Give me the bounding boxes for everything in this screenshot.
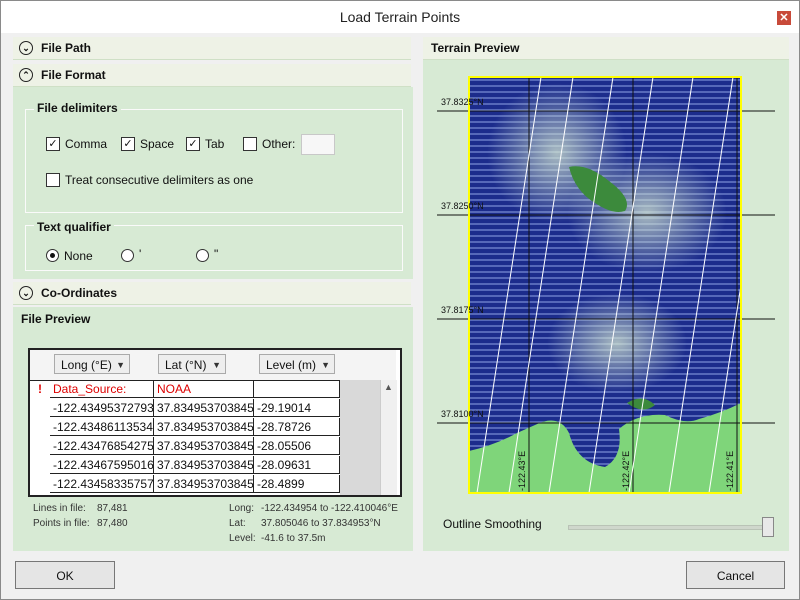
chevron-down-icon: ⌄ — [19, 41, 33, 55]
long-label: -122.42°E — [621, 451, 631, 491]
chevron-down-icon: ▼ — [321, 360, 330, 370]
title-bar: Load Terrain Points ✕ — [1, 1, 799, 33]
table-cell: 37.834953703845 — [154, 456, 254, 474]
table-cell: -28.78726 — [254, 418, 340, 436]
table-cell: Data_Source: — [50, 380, 154, 398]
left-panel: ⌄ File Path ⌃ File Format File delimiter… — [13, 37, 413, 551]
grid-header: Long (°E) ▼ Lat (°N) ▼ Level (m) ▼ — [30, 350, 396, 381]
table-cell: -122.43476854275 — [50, 437, 154, 455]
table-cell: -122.43467595016 — [50, 456, 154, 474]
tab-label: Tab — [205, 137, 225, 151]
lat-label: 37.8325°N — [441, 97, 484, 107]
terrain-preview-header: Terrain Preview — [423, 37, 789, 60]
table-cell: 37.834953703845 — [154, 399, 254, 417]
points-in-file-label: Points in file: — [33, 518, 90, 529]
column-level-dropdown[interactable]: Level (m) ▼ — [259, 354, 335, 374]
qualifier-none-label: None — [64, 249, 93, 263]
table-cell: -122.43458335757 — [50, 475, 154, 493]
column-long-dropdown[interactable]: Long (°E) ▼ — [54, 354, 130, 374]
file-format-body: File delimiters ✓ Comma ✓ Space ✓ Tab Ot… — [13, 87, 413, 279]
lat-label: 37.8100°N — [441, 409, 484, 419]
chevron-down-icon: ⌄ — [19, 286, 33, 300]
outline-smoothing-thumb[interactable] — [762, 517, 774, 537]
error-marker: ! — [38, 382, 42, 396]
terrain-map[interactable]: 37.8325°N 37.8250°N 37.8175°N 37.8100°N … — [437, 63, 775, 501]
lat-label: 37.8250°N — [441, 201, 484, 211]
table-cell: NOAA — [154, 380, 254, 398]
column-lat-label: Lat (°N) — [165, 358, 207, 372]
window-title: Load Terrain Points — [339, 9, 461, 25]
comma-label: Comma — [65, 137, 108, 151]
qualifier-single-quote-label: ' — [139, 247, 142, 261]
comma-checkbox[interactable]: ✓ — [46, 137, 60, 151]
table-cell: 37.834953703845 — [154, 418, 254, 436]
table-cell: -28.05506 — [254, 437, 340, 455]
file-preview-title: File Preview — [21, 312, 91, 326]
other-label: Other: — [262, 137, 296, 151]
outline-smoothing-slider[interactable] — [568, 525, 768, 530]
close-button[interactable]: ✕ — [777, 11, 791, 25]
section-file-path[interactable]: ⌄ File Path — [13, 37, 411, 60]
file-delimiters-title: File delimiters — [34, 101, 121, 115]
preview-grid[interactable]: Long (°E) ▼ Lat (°N) ▼ Level (m) ▼ ! Data_S… — [28, 348, 402, 497]
column-long-label: Long (°E) — [61, 358, 112, 372]
section-file-path-label: File Path — [41, 41, 92, 55]
chevron-up-icon: ⌃ — [19, 68, 33, 82]
table-cell: -28.09631 — [254, 456, 340, 474]
long-range-value: -122.434954 to -122.410046°E — [261, 503, 398, 514]
level-range-value: -41.6 to 37.5m — [261, 533, 326, 544]
text-qualifier-title: Text qualifier — [34, 220, 114, 234]
table-cell: 37.834953703845 — [154, 437, 254, 455]
table-cell: -122.43486113534 — [50, 418, 154, 436]
scroll-up-icon[interactable]: ▲ — [384, 382, 393, 392]
radio-selected-dot — [50, 253, 55, 258]
column-level-label: Level (m) — [266, 358, 317, 372]
section-file-format-label: File Format — [41, 68, 106, 82]
lines-in-file-label: Lines in file: — [33, 503, 86, 514]
tab-checkbox[interactable]: ✓ — [186, 137, 200, 151]
column-lat-dropdown[interactable]: Lat (°N) ▼ — [158, 354, 226, 374]
table-cell: -28.4899 — [254, 475, 340, 493]
consecutive-delimiters-label: Treat consecutive delimiters as one — [65, 173, 254, 187]
dialog-window: Load Terrain Points ✕ ⌄ File Path ⌃ File… — [0, 0, 800, 600]
space-label: Space — [140, 137, 175, 151]
terrain-map-svg: 37.8325°N 37.8250°N 37.8175°N 37.8100°N … — [437, 76, 775, 494]
section-file-format[interactable]: ⌃ File Format — [13, 64, 411, 87]
other-checkbox[interactable] — [243, 137, 257, 151]
lat-range-value: 37.805046 to 37.834953°N — [261, 518, 381, 529]
consecutive-delimiters-checkbox[interactable] — [46, 173, 60, 187]
section-coordinates-label: Co-Ordinates — [41, 286, 118, 300]
lat-label: 37.8175°N — [441, 305, 484, 315]
long-range-label: Long: — [229, 503, 255, 514]
ok-button[interactable]: OK — [15, 561, 115, 589]
outline-smoothing-label: Outline Smoothing — [443, 517, 542, 531]
qualifier-double-quote-radio[interactable] — [196, 249, 209, 262]
lat-range-label: Lat: — [229, 518, 246, 529]
table-cell: -29.19014 — [254, 399, 340, 417]
terrain-preview-title: Terrain Preview — [431, 41, 520, 55]
long-label: -122.41°E — [725, 451, 735, 491]
qualifier-single-quote-radio[interactable] — [121, 249, 134, 262]
table-cell: -122.43495372793 — [50, 399, 154, 417]
level-range-label: Level: — [229, 533, 256, 544]
lines-in-file-value: 87,481 — [97, 503, 128, 514]
long-label: -122.43°E — [517, 451, 527, 491]
chevron-down-icon: ▼ — [212, 360, 221, 370]
chevron-down-icon: ▼ — [116, 360, 125, 370]
space-checkbox[interactable]: ✓ — [121, 137, 135, 151]
table-cell — [254, 380, 340, 398]
vertical-scrollbar[interactable]: ▲ — [380, 380, 397, 495]
cancel-button[interactable]: Cancel — [686, 561, 785, 589]
qualifier-none-radio[interactable] — [46, 249, 59, 262]
points-in-file-value: 87,480 — [97, 518, 128, 529]
section-coordinates[interactable]: ⌄ Co-Ordinates — [13, 282, 411, 305]
other-delimiter-input[interactable] — [301, 134, 335, 155]
qualifier-double-quote-label: " — [214, 247, 219, 261]
table-cell: 37.834953703845 — [154, 475, 254, 493]
terrain-preview-panel: Terrain Preview 37.8325°N 37.8250°N 37.8… — [423, 37, 789, 551]
file-delimiters-group — [25, 109, 403, 213]
grid-filler — [340, 380, 380, 495]
